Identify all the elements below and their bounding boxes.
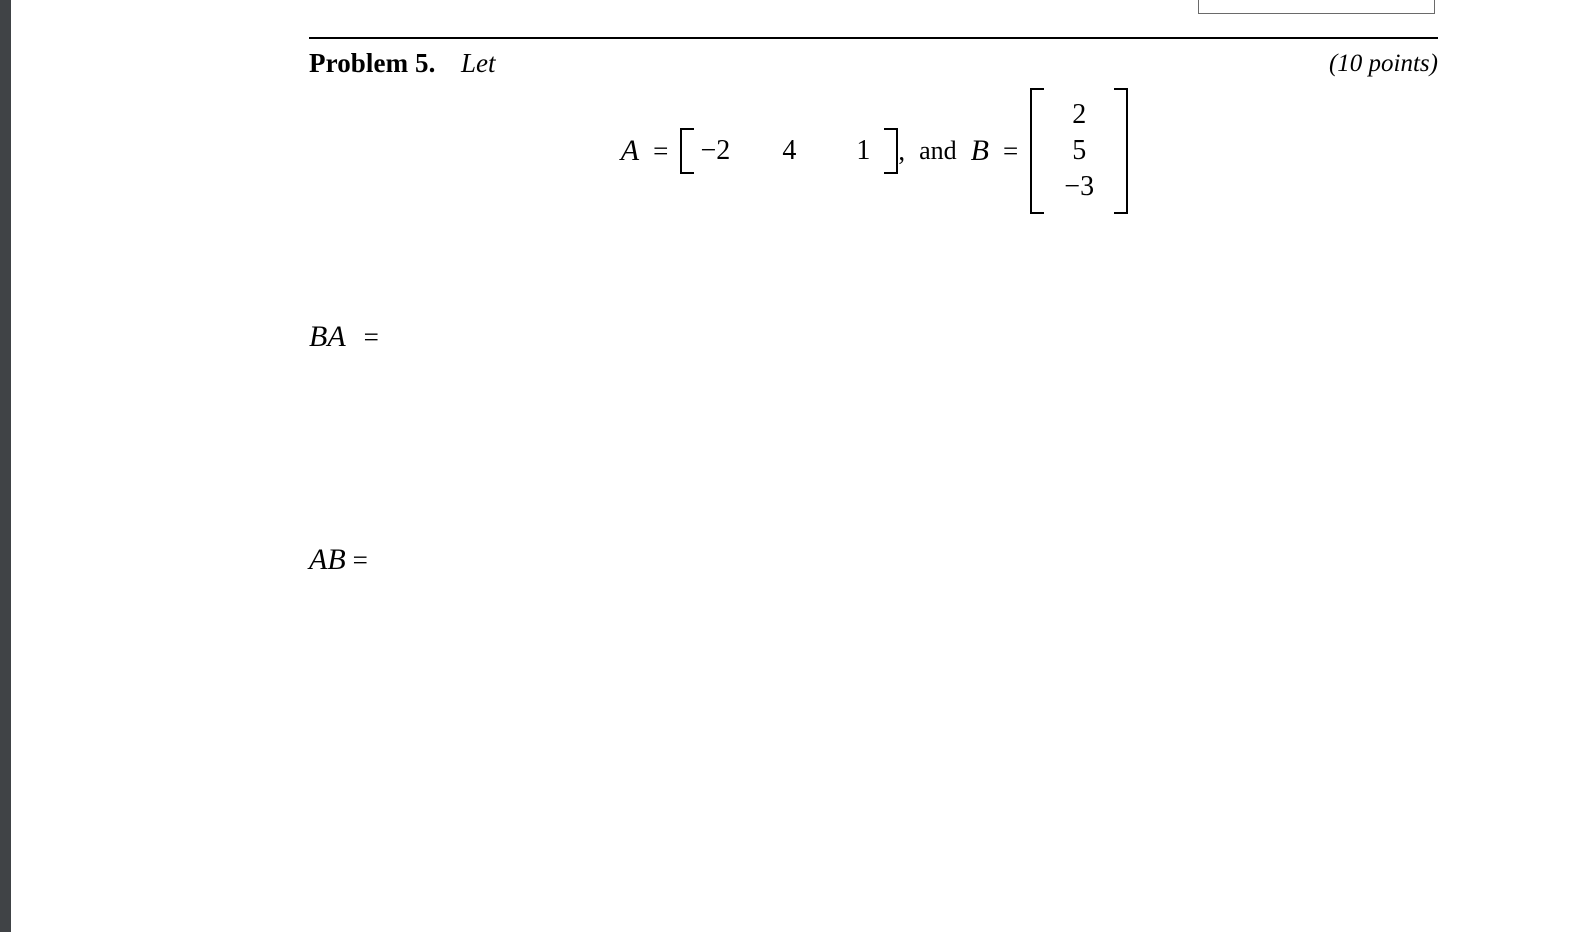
matrix-b-cell: 2 (1072, 99, 1087, 131)
answer-prompt-ba: BA = (309, 320, 379, 354)
window-left-gutter (0, 0, 11, 932)
ab-equals-sign: = (352, 545, 368, 575)
right-bracket-icon (1114, 88, 1129, 214)
display-math-equation: A = −2 4 1 , and B = 2 5 −3 (309, 88, 1438, 214)
right-bracket-icon (884, 128, 899, 174)
problem-number-label: Problem 5. (309, 48, 436, 78)
matrix-a-cell: 4 (782, 135, 797, 167)
matrix-b-column-vector: 2 5 −3 (1030, 88, 1129, 214)
matrix-b-cell: −3 (1064, 170, 1095, 202)
equals-sign-b: = (1002, 135, 1019, 166)
matrix-b-cell: 5 (1072, 135, 1087, 167)
matrix-b-symbol: B (970, 134, 989, 167)
document-page: Problem 5. Let (10 points) A = −2 4 1 , … (11, 0, 1592, 932)
problem-points-label: (10 points) (1328, 50, 1438, 77)
left-bracket-icon (1030, 88, 1045, 214)
left-bracket-icon (680, 128, 695, 174)
matrix-a-symbol: A (620, 134, 640, 167)
matrix-a-cell: −2 (700, 135, 731, 167)
empty-answer-box[interactable] (1198, 0, 1435, 14)
equals-sign-a: = (653, 135, 669, 166)
conjunction-and: and (919, 136, 957, 165)
matrix-a-cell: 1 (856, 135, 871, 167)
header-divider-rule (309, 37, 1438, 39)
problem-lead-in-text: Let (461, 48, 496, 78)
ba-equals-sign: = (363, 322, 379, 352)
ba-expression-label: BA (309, 320, 346, 353)
matrix-a-row-vector: −2 4 1 (680, 128, 899, 174)
answer-prompt-ab: AB = (309, 543, 368, 577)
comma-separator: , (898, 135, 906, 166)
ab-expression-label: AB (309, 543, 346, 576)
problem-header: Problem 5. Let (10 points) (309, 48, 1438, 92)
